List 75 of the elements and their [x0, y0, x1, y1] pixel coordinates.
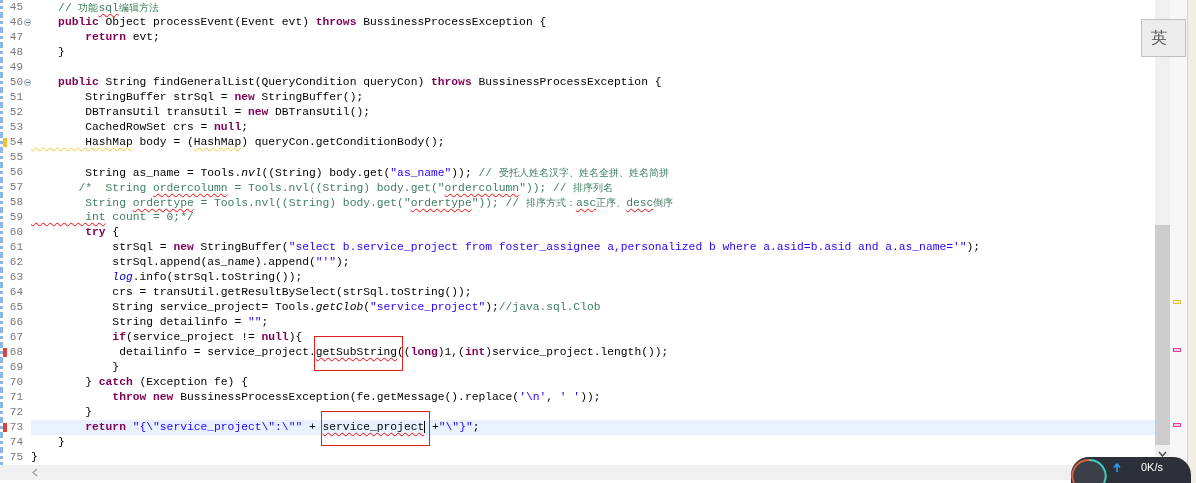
code-line: /* String ordercolumn = Tools.nvl((String) body.get("ordercolumn")); // 排序列名 — [77, 181, 614, 195]
code-line: public Object processEvent(Event evt) throws BussinessProcessException { — [57, 15, 547, 30]
line-number: 50 — [8, 75, 23, 90]
line-number: 46 — [8, 15, 23, 30]
line-number: 49 — [8, 60, 23, 75]
code-line: String detailinfo = ""; — [111, 315, 269, 330]
code-line: strSql.append(as_name).append("'"); — [111, 255, 350, 270]
line-number: 67 — [8, 330, 23, 345]
code-line: String service_project= Tools.getClob("service_project");//java.sql.Clob — [111, 300, 601, 315]
line-number: 62 — [8, 255, 23, 270]
code-line: strSql = new StringBuffer("select b.service_project from foster_assignee a,personalized b where a.asid=b.asid and a.as_name='"); — [111, 240, 981, 255]
line-number: 56 — [8, 165, 23, 180]
error-marker-icon[interactable] — [3, 423, 7, 432]
line-number: 51 — [8, 90, 23, 105]
code-line: // 功能sql编辑方法 — [57, 1, 159, 15]
code-line: } — [31, 450, 38, 465]
line-number: 45 — [8, 0, 23, 15]
line-number: 72 — [8, 405, 23, 420]
collapse-icon[interactable] — [24, 79, 31, 86]
code-line: int count = 0;*/ — [84, 210, 194, 225]
code-line: } catch (Exception fe) { — [84, 375, 248, 390]
code-line: HashMap body = (HashMap) queryCon.getConditionBody(); — [84, 135, 445, 150]
scrollbar-thumb[interactable] — [1155, 225, 1170, 445]
code-line: } — [57, 435, 65, 450]
code-line: } — [111, 360, 120, 375]
scroll-left-icon[interactable] — [32, 468, 38, 477]
code-line: } — [84, 405, 92, 420]
code-line: DBTransUtil transUtil = new DBTransUtil(); — [84, 105, 370, 120]
line-number: 54 — [8, 135, 23, 150]
line-number: 61 — [8, 240, 23, 255]
ime-indicator-overlay[interactable]: 英 — [1141, 19, 1186, 57]
line-number: 73 — [8, 420, 23, 435]
line-number: 68 — [8, 345, 23, 360]
line-number: 55 — [8, 150, 23, 165]
code-line: String as_name = Tools.nvl((String) body.get("as_name")); // 受托人姓名汉字、姓名全拼、姓名简拼 — [84, 166, 669, 180]
collapse-icon[interactable] — [24, 19, 31, 26]
error-overview-marker[interactable] — [1173, 423, 1181, 427]
code-line: String ordertype = Tools.nvl((String) body.get("ordertype")); // 排序方式：asc正序、desc倒序 — [84, 196, 674, 210]
warning-overview-marker[interactable] — [1173, 300, 1181, 304]
line-number: 59 — [8, 210, 23, 225]
code-line: try { — [84, 225, 120, 240]
line-number: 48 — [8, 45, 23, 60]
line-number: 70 — [8, 375, 23, 390]
line-number: 66 — [8, 315, 23, 330]
upload-arrow-icon — [1113, 463, 1121, 472]
code-line: StringBuffer strSql = new StringBuffer(); — [84, 90, 364, 105]
line-number: 52 — [8, 105, 23, 120]
error-marker-icon[interactable] — [3, 348, 7, 357]
line-number: 53 — [8, 120, 23, 135]
code-line: return evt; — [84, 30, 160, 45]
code-line: log.info(strSql.toString()); — [111, 270, 303, 285]
code-line: if(service_project != null){ — [111, 330, 303, 345]
line-number: 64 — [8, 285, 23, 300]
code-line: crs = transUtil.getResultBySelect(strSql.toString()); — [111, 285, 472, 300]
warning-marker-icon[interactable] — [3, 138, 7, 147]
line-number: 71 — [8, 390, 23, 405]
gauge-icon — [1071, 457, 1107, 483]
code-line: throw new BussinessProcessException(fe.getMessage().replace('\n', ' ')); — [111, 390, 601, 405]
error-overview-marker[interactable] — [1173, 348, 1181, 352]
code-line: CachedRowSet crs = null; — [84, 120, 248, 135]
scroll-down-icon[interactable] — [1158, 451, 1167, 457]
line-number: 58 — [8, 195, 23, 210]
line-number: 74 — [8, 435, 23, 450]
network-monitor-overlay[interactable]: 0K/s — [1071, 457, 1191, 483]
line-number: 57 — [8, 180, 23, 195]
line-number: 65 — [8, 300, 23, 315]
code-line: } — [57, 45, 65, 60]
line-number: 60 — [8, 225, 23, 240]
line-number: 63 — [8, 270, 23, 285]
upload-speed: 0K/s — [1141, 461, 1163, 473]
current-code-line: return "{\"service_project\":\"" + service_project +"\"}"; — [84, 420, 480, 435]
line-number: 69 — [8, 360, 23, 375]
line-number: 47 — [8, 30, 23, 45]
line-number: 75 — [8, 450, 23, 465]
code-line: public String findGeneralList(QueryCondition queryCon) throws BussinessProcessException { — [57, 75, 662, 90]
